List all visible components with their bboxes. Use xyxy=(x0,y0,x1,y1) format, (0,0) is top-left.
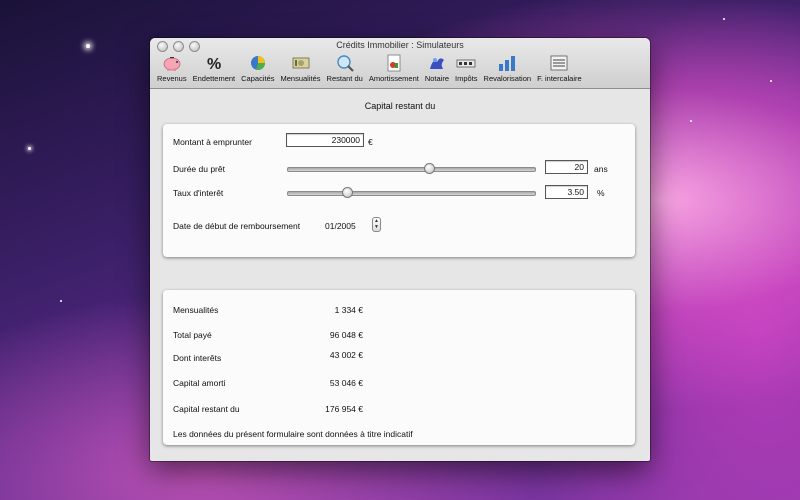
toolbar-item-revenus[interactable]: Revenus xyxy=(154,53,190,83)
duration-field[interactable]: 20 xyxy=(545,160,588,174)
star xyxy=(60,300,62,302)
slider-track xyxy=(287,167,536,172)
slider-track xyxy=(287,191,536,196)
result-value: 1 334 € xyxy=(334,305,363,315)
slider-knob[interactable] xyxy=(423,163,435,174)
piggy-bank-icon xyxy=(162,53,182,73)
title-bar: Crédits Immobilier : Simulateurs Revenus… xyxy=(150,38,650,89)
start-date-field[interactable]: 01/2005 xyxy=(325,221,356,231)
document-icon xyxy=(384,53,404,73)
toolbar-item-capacites[interactable]: Capacités xyxy=(238,53,277,83)
amount-label: Montant à emprunter xyxy=(173,137,252,147)
notary-icon xyxy=(427,53,447,73)
rate-label: Taux d'interêt xyxy=(173,188,224,198)
percent-icon: % xyxy=(204,53,224,73)
duration-unit: ans xyxy=(594,164,608,174)
result-label: Capital restant du xyxy=(173,404,240,414)
result-label: Capital amorti xyxy=(173,378,226,388)
toolbar-label: Mensualités xyxy=(280,74,321,83)
list-icon xyxy=(549,53,569,73)
input-panel: Montant à emprunter 230000 € Durée du pr… xyxy=(163,124,635,257)
toolbar: Revenus % Endettement Capacités Mensuali… xyxy=(154,53,585,83)
star xyxy=(28,147,31,150)
slider-knob[interactable] xyxy=(341,187,353,198)
star xyxy=(770,80,772,82)
duration-slider[interactable] xyxy=(287,163,536,175)
rate-field[interactable]: 3.50 xyxy=(545,185,588,199)
toolbar-label: Notaire xyxy=(424,74,450,83)
star xyxy=(723,18,725,20)
toolbar-item-mensualites[interactable]: Mensualités xyxy=(278,53,324,83)
toolbar-label: Restant du xyxy=(326,74,363,83)
rate-unit: % xyxy=(597,188,605,198)
page-title: Capital restant du xyxy=(364,101,436,111)
toolbar-item-notaire[interactable]: Notaire xyxy=(422,53,452,83)
main-content: Capital restant du Montant à emprunter 2… xyxy=(150,89,650,461)
amount-unit: € xyxy=(368,137,373,147)
result-label: Total payé xyxy=(173,330,212,340)
pie-chart-icon xyxy=(248,53,268,73)
toolbar-label: Revenus xyxy=(157,74,187,83)
toolbar-label: Capacités xyxy=(241,74,275,83)
result-label: Mensualités xyxy=(173,305,219,315)
disclaimer: Les données du présent formulaire sont d… xyxy=(173,429,413,439)
start-date-label: Date de début de remboursement xyxy=(173,221,301,231)
star xyxy=(690,120,692,122)
result-value: 43 002 € xyxy=(329,350,363,360)
toolbar-item-impots[interactable]: Impôts xyxy=(452,53,481,83)
star xyxy=(86,44,90,48)
toolbar-label: Revalorisation xyxy=(483,74,532,83)
toolbar-label: F. intercalaire xyxy=(537,74,582,83)
bar-chart-icon xyxy=(497,53,517,73)
results-panel: Mensualités 1 334 € Total payé 96 048 € … xyxy=(163,290,635,445)
magnifier-icon xyxy=(335,53,355,73)
result-value: 53 046 € xyxy=(329,378,363,388)
date-stepper[interactable]: ▲ ▼ xyxy=(372,217,381,232)
toolbar-item-restant-du[interactable]: Restant du xyxy=(324,53,366,83)
app-window: Crédits Immobilier : Simulateurs Revenus… xyxy=(150,38,650,461)
toolbar-item-revalorisation[interactable]: Revalorisation xyxy=(481,53,535,83)
result-value: 96 048 € xyxy=(329,330,363,340)
tax-icon xyxy=(456,53,476,73)
result-label: Dont interêts xyxy=(173,353,222,363)
result-value: 176 954 € xyxy=(325,404,363,414)
amount-field[interactable]: 230000 xyxy=(286,133,364,147)
banknote-icon xyxy=(291,53,311,73)
rate-slider[interactable] xyxy=(287,187,536,199)
toolbar-item-f-intercalaire[interactable]: F. intercalaire xyxy=(534,53,585,83)
toolbar-item-amortissement[interactable]: Amortissement xyxy=(366,53,422,83)
toolbar-label: Amortissement xyxy=(368,74,419,83)
window-title: Crédits Immobilier : Simulateurs xyxy=(336,40,464,50)
toolbar-label: Impôts xyxy=(455,74,478,83)
toolbar-label: Endettement xyxy=(192,74,236,83)
svg-text:%: % xyxy=(207,56,221,72)
toolbar-item-endettement[interactable]: % Endettement xyxy=(190,53,239,83)
duration-label: Durée du prêt xyxy=(173,164,225,174)
